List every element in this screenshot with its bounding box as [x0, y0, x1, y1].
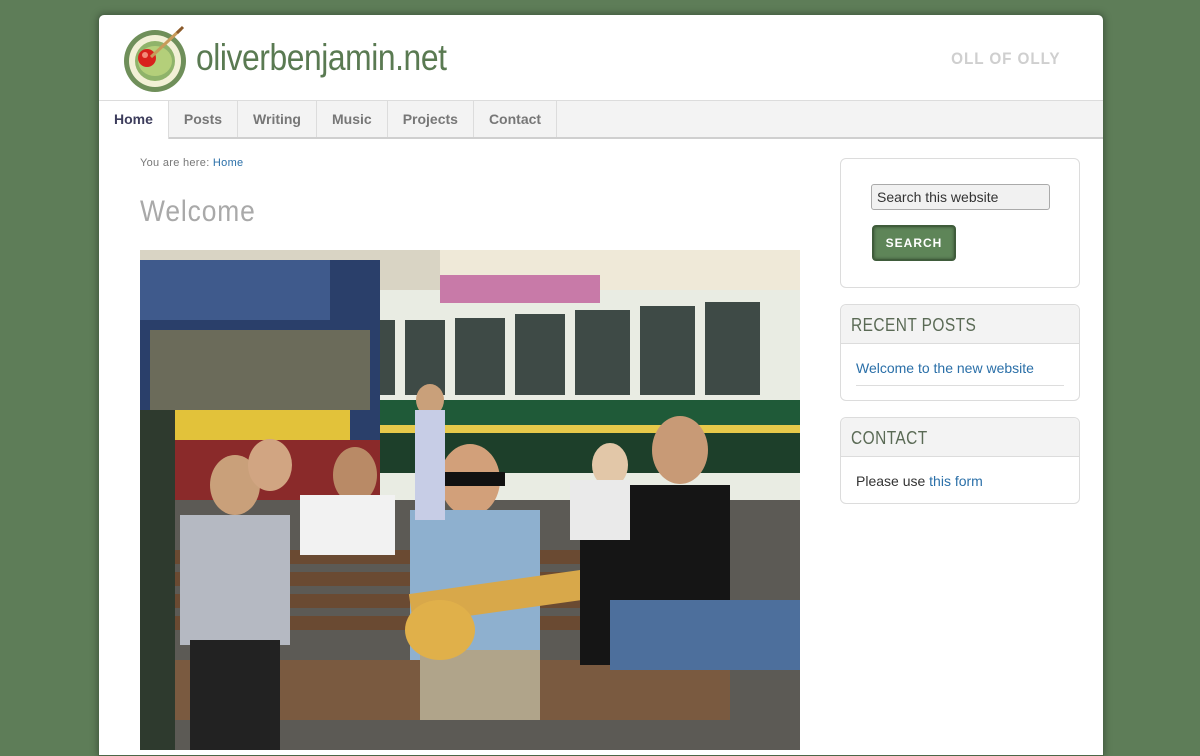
- search-widget: SEARCH: [840, 158, 1080, 288]
- olive-logo-icon[interactable]: [121, 25, 189, 93]
- contact-widget: CONTACT Please use this form: [840, 417, 1080, 504]
- contact-body: Please use this form: [841, 457, 1079, 503]
- page-title: Welcome: [140, 195, 256, 228]
- breadcrumb: You are here: Home: [140, 157, 800, 169]
- breadcrumb-home-link[interactable]: Home: [213, 157, 244, 169]
- nav-item-music[interactable]: Music: [317, 101, 388, 137]
- recent-post-link[interactable]: Welcome to the new website: [856, 360, 1064, 386]
- contact-title-text: CONTACT: [851, 428, 928, 448]
- nav-item-contact[interactable]: Contact: [474, 101, 558, 137]
- featured-photo: [140, 250, 800, 750]
- sidebar: SEARCH RECENT POSTS Welcome to the new w…: [840, 158, 1080, 520]
- main-content: You are here: Home Welcome: [140, 157, 800, 750]
- nav-item-posts[interactable]: Posts: [169, 101, 239, 137]
- recent-posts-title-text: RECENT POSTS: [851, 315, 977, 335]
- contact-form-link[interactable]: this form: [929, 473, 983, 489]
- main-nav: Home Posts Writing Music Projects Contac…: [99, 100, 1103, 139]
- recent-posts-title: RECENT POSTS: [841, 305, 1079, 344]
- photo-illustration: [140, 250, 800, 750]
- nav-item-home[interactable]: Home: [99, 101, 169, 139]
- page-wrapper: oliverbenjamin.net OLL OF OLLY Home Post…: [98, 14, 1104, 756]
- site-title[interactable]: oliverbenjamin.net: [196, 37, 447, 79]
- site-header: oliverbenjamin.net OLL OF OLLY: [99, 15, 1103, 100]
- site-tagline: OLL OF OLLY: [951, 49, 1061, 68]
- nav-item-writing[interactable]: Writing: [238, 101, 317, 137]
- contact-title: CONTACT: [841, 418, 1079, 457]
- breadcrumb-prefix: You are here:: [140, 157, 213, 169]
- search-input[interactable]: [871, 184, 1050, 210]
- nav-item-projects[interactable]: Projects: [388, 101, 474, 137]
- recent-posts-widget: RECENT POSTS Welcome to the new website: [840, 304, 1080, 401]
- recent-posts-body: Welcome to the new website: [841, 344, 1079, 400]
- contact-text: Please use: [856, 473, 930, 489]
- search-button[interactable]: SEARCH: [872, 225, 956, 261]
